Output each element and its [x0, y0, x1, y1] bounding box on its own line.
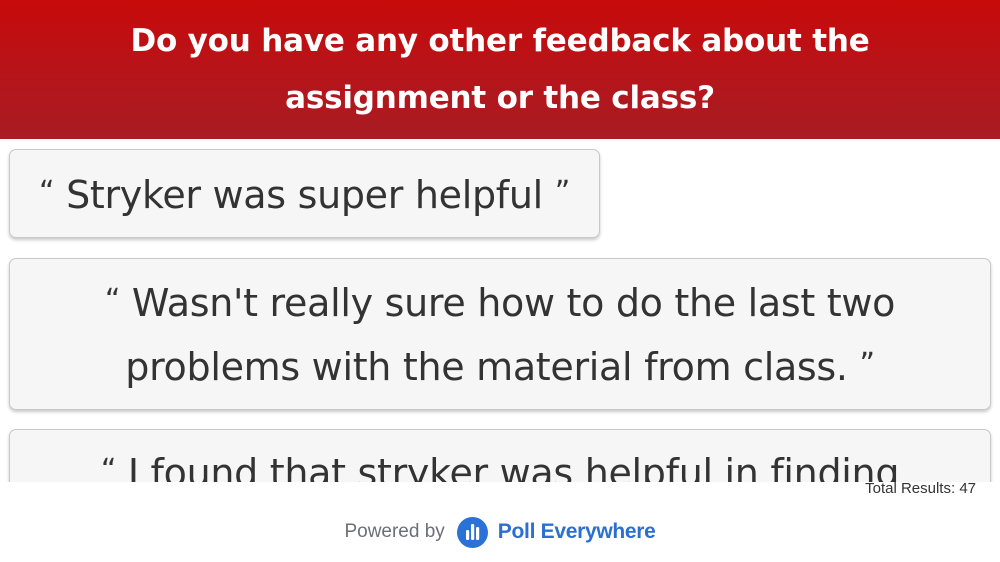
close-quote: ” [554, 174, 571, 210]
response-body: I found that stryker was helpful in find… [127, 451, 900, 482]
total-results: Total Results: 47 [865, 480, 976, 497]
powered-by-label: Powered by [344, 521, 445, 542]
open-quote: “ [104, 283, 121, 318]
poll-everywhere-logo-icon [456, 516, 488, 548]
response-text: “ Stryker was super helpful ” [39, 162, 570, 226]
open-quote: “ [100, 453, 117, 482]
close-quote: ” [859, 347, 876, 382]
response-body: Wasn't really sure how to do the last tw… [125, 281, 896, 389]
response-card: “ I found that stryker was helpful in fi… [9, 429, 991, 482]
response-card: “ Stryker was super helpful ” [9, 149, 600, 238]
question-header: Do you have any other feedback about the… [0, 0, 1000, 139]
response-text: “ I found that stryker was helpful in fi… [50, 440, 950, 482]
poll-everywhere-brand: Poll Everywhere [497, 520, 656, 543]
response-text: “ Wasn't really sure how to do the last … [50, 270, 950, 398]
powered-by-footer[interactable]: Powered by Poll Everywhere [0, 512, 1000, 552]
response-body: Stryker was super helpful [66, 172, 543, 217]
open-quote: “ [39, 174, 55, 210]
responses-list[interactable]: “ Stryker was super helpful ” “ Wasn't r… [0, 139, 1000, 482]
question-title: Do you have any other feedback about the… [130, 22, 870, 116]
response-card: “ Wasn't really sure how to do the last … [9, 258, 991, 410]
